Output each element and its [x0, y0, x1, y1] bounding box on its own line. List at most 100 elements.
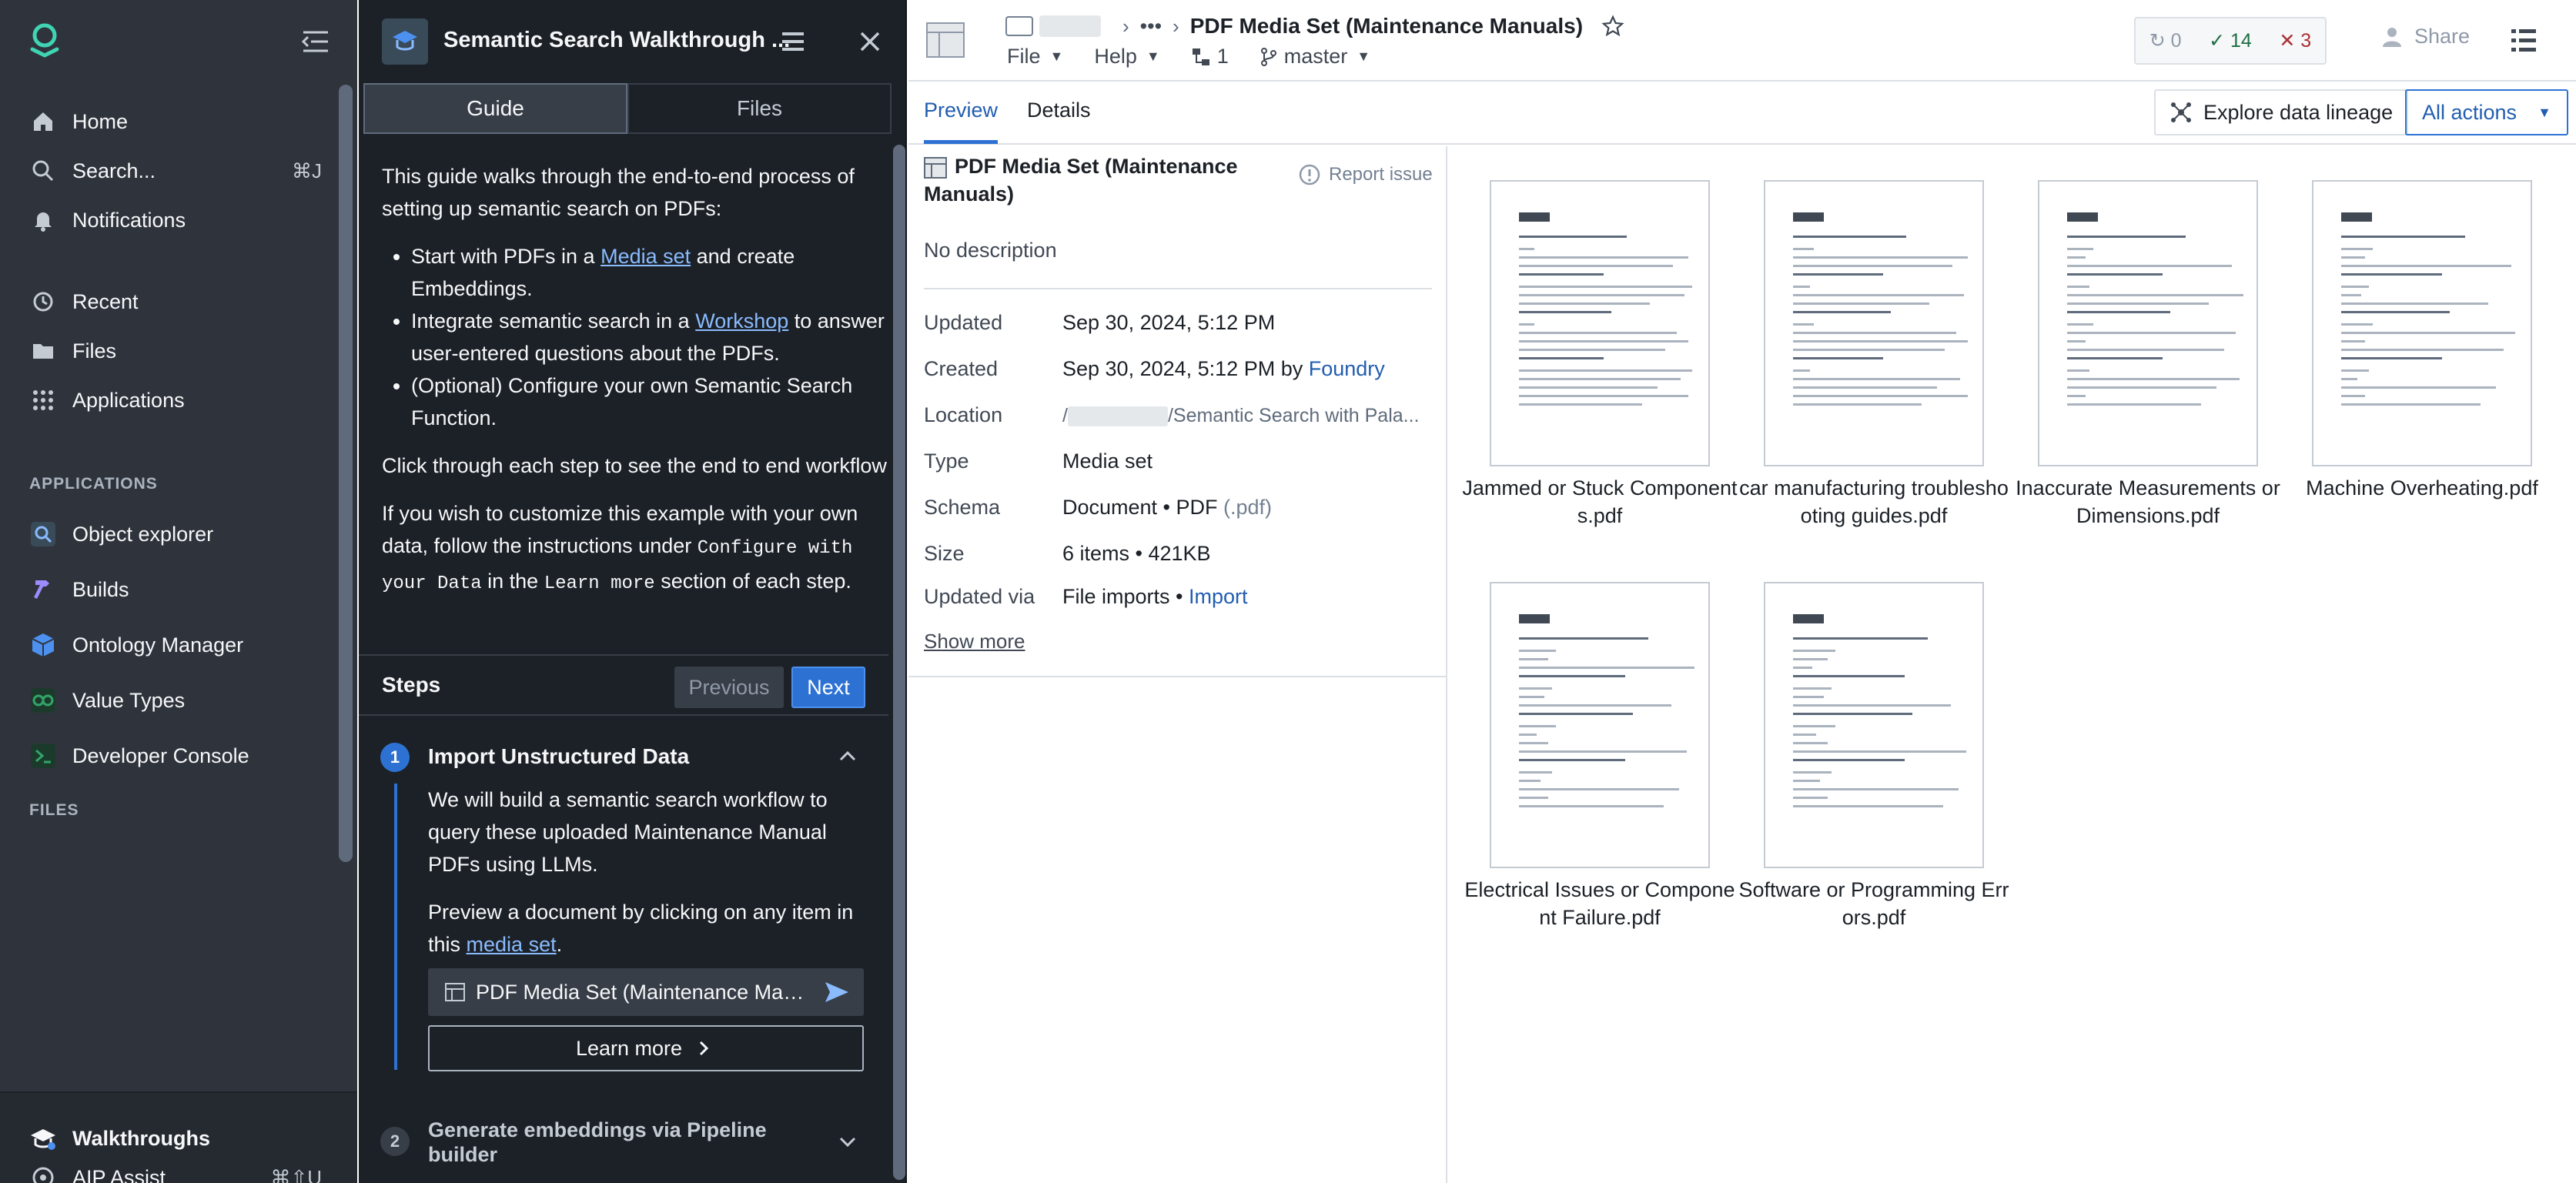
- media-set-link[interactable]: media set: [467, 933, 557, 956]
- thumbnail-text-line: [1519, 788, 1679, 790]
- file-item[interactable]: Electrical Issues or Component Failure.p…: [1461, 582, 1738, 931]
- steps-bar: Steps Previous Next: [359, 654, 888, 716]
- pdf-thumbnail: [1490, 180, 1710, 466]
- nav-item-recent[interactable]: Recent: [28, 282, 328, 321]
- dataset-description: No description: [924, 239, 1057, 262]
- view-tabs: Preview Details Explore data lineage All…: [908, 83, 2576, 145]
- caret-down-icon: ▼: [2538, 104, 2551, 120]
- tab-files[interactable]: Files: [627, 83, 892, 134]
- step-description: We will build a semantic search workflow…: [428, 788, 828, 876]
- tab-details[interactable]: Details: [1027, 99, 1091, 122]
- pdf-thumbnail: [1764, 180, 1984, 466]
- show-more-link[interactable]: Show more: [924, 630, 1025, 653]
- thumbnail-text-line: [1519, 357, 1604, 359]
- explore-data-lineage-button[interactable]: Explore data lineage: [2154, 89, 2408, 135]
- customize-text: in the: [481, 570, 544, 593]
- nav-app-builds[interactable]: Builds: [28, 570, 328, 609]
- nav-app-value-types[interactable]: Value Types: [28, 681, 328, 720]
- nav-scrollbar[interactable]: [339, 85, 353, 862]
- import-link[interactable]: Import: [1189, 585, 1248, 608]
- file-item[interactable]: Software or Programming Errors.pdf: [1735, 582, 2012, 931]
- applications-heading: APPLICATIONS: [29, 475, 158, 493]
- tab-guide[interactable]: Guide: [363, 83, 627, 134]
- nav-app-ontology-manager[interactable]: Ontology Manager: [28, 626, 328, 664]
- thumbnail-text-line: [2067, 286, 2089, 288]
- tab-preview[interactable]: Preview: [924, 99, 998, 122]
- nav-item-label: Ontology Manager: [72, 633, 244, 657]
- nav-item-home[interactable]: Home: [28, 102, 328, 141]
- guide-bullet: (Optional) Configure your own Semantic S…: [411, 369, 890, 434]
- report-issue-button[interactable]: Report issue: [1298, 163, 1433, 186]
- nav-item-notifications[interactable]: Notifications: [28, 201, 328, 239]
- thumbnail-text-line: [1519, 302, 1650, 305]
- hamburger-menu-icon[interactable]: [778, 26, 808, 57]
- thumbnail-text-line: [2067, 332, 2236, 334]
- thumbnail-text-line: [1793, 294, 1964, 296]
- branch-selector[interactable]: master ▼: [1260, 45, 1370, 69]
- step-number-badge: 2: [380, 1127, 410, 1156]
- thumbnail-text-line: [2067, 378, 2240, 380]
- nav-app-object-explorer[interactable]: Object explorer: [28, 515, 328, 553]
- redacted-project-name[interactable]: [1039, 15, 1101, 37]
- help-menu[interactable]: Help ▼: [1094, 45, 1159, 69]
- created-by-link[interactable]: Foundry: [1309, 357, 1385, 380]
- resource-link-button[interactable]: PDF Media Set (Maintenance Manuals): [428, 968, 864, 1016]
- step-title[interactable]: Generate embeddings via Pipeline builder: [428, 1118, 790, 1167]
- learn-more-button[interactable]: Learn more: [428, 1025, 864, 1071]
- git-branch-icon: [1260, 47, 1276, 66]
- file-menu[interactable]: File ▼: [1007, 45, 1063, 69]
- thumbnail-text-line: [1519, 704, 1671, 707]
- lineage-icon: [2171, 102, 2191, 122]
- next-button[interactable]: Next: [791, 667, 865, 708]
- thumbnail-text-line: [1519, 386, 1658, 389]
- thumbnail-text-line: [1793, 771, 1832, 774]
- thumbnail-text-line: [1793, 332, 1956, 334]
- thumbnail-text-line: [1793, 750, 1966, 753]
- collapse-sidebar-icon[interactable]: [299, 26, 333, 57]
- properties-list-icon[interactable]: [2508, 25, 2539, 55]
- file-item[interactable]: Inaccurate Measurements or Dimensions.pd…: [2009, 180, 2287, 530]
- previous-button[interactable]: Previous: [674, 667, 784, 708]
- workshop-link[interactable]: Workshop: [695, 309, 788, 333]
- thumbnail-text-line: [2067, 311, 2170, 313]
- nav-app-developer-console[interactable]: Developer Console: [28, 737, 328, 775]
- breadcrumb: › ••• › PDF Media Set (Maintenance Manua…: [1005, 14, 1624, 38]
- nav-item-files[interactable]: Files: [28, 332, 328, 370]
- nav-item-label: Home: [72, 109, 129, 133]
- bullet-text: Start with PDFs in a: [411, 245, 601, 268]
- step-preview-text: Preview a document by clicking on any it…: [428, 896, 859, 961]
- checks-summary[interactable]: ↻ 0 ✓ 14 ✕ 3: [2134, 17, 2327, 65]
- file-item[interactable]: car manufacturing troubleshooting guides…: [1735, 180, 2012, 530]
- guide-scrollbar[interactable]: [893, 145, 905, 1180]
- palantir-logo-icon[interactable]: [28, 22, 62, 60]
- file-item[interactable]: Machine Overheating.pdf: [2283, 180, 2561, 502]
- breadcrumb-ellipsis[interactable]: •••: [1140, 15, 1162, 38]
- nav-item-walkthroughs[interactable]: Walkthroughs: [28, 1119, 328, 1158]
- media-set-link[interactable]: Media set: [601, 245, 691, 268]
- nav-item-applications[interactable]: Applications: [28, 381, 328, 419]
- metadata-key: Type: [924, 449, 969, 473]
- thumbnail-logo: [2067, 212, 2098, 222]
- thumbnail-text-line: [1519, 687, 1552, 690]
- walkthrough-tabs: Guide Files: [363, 83, 892, 134]
- branch-count[interactable]: 1: [1191, 45, 1229, 69]
- nav-item-search[interactable]: Search... ⌘J: [28, 152, 328, 190]
- share-button[interactable]: Share: [2380, 25, 2470, 48]
- chevron-down-icon[interactable]: [835, 1128, 861, 1155]
- thumbnail-text-line: [1793, 378, 1960, 380]
- metadata-value: Sep 30, 2024, 5:12 PM: [1062, 311, 1276, 334]
- file-item[interactable]: Jammed or Stuck Components.pdf: [1461, 180, 1738, 530]
- thumbnail-text-line: [1793, 323, 1814, 326]
- all-actions-button[interactable]: All actions ▼: [2405, 89, 2568, 135]
- thumbnail-text-line: [2067, 302, 2209, 305]
- chevron-up-icon[interactable]: [835, 744, 861, 770]
- nav-item-aip-assist[interactable]: AIP Assist ⌘⇧U: [28, 1162, 328, 1183]
- step-title[interactable]: Import Unstructured Data: [428, 744, 689, 769]
- thumbnail-text-line: [1793, 357, 1883, 359]
- thumbnail-text-line: [1519, 696, 1544, 698]
- star-icon[interactable]: [1601, 15, 1624, 38]
- close-icon[interactable]: [855, 26, 885, 57]
- thumbnail-text-line: [2341, 294, 2361, 296]
- metadata-value[interactable]: / /Semantic Search with Pala...: [1062, 403, 1420, 427]
- report-issue-label: Report issue: [1329, 164, 1433, 185]
